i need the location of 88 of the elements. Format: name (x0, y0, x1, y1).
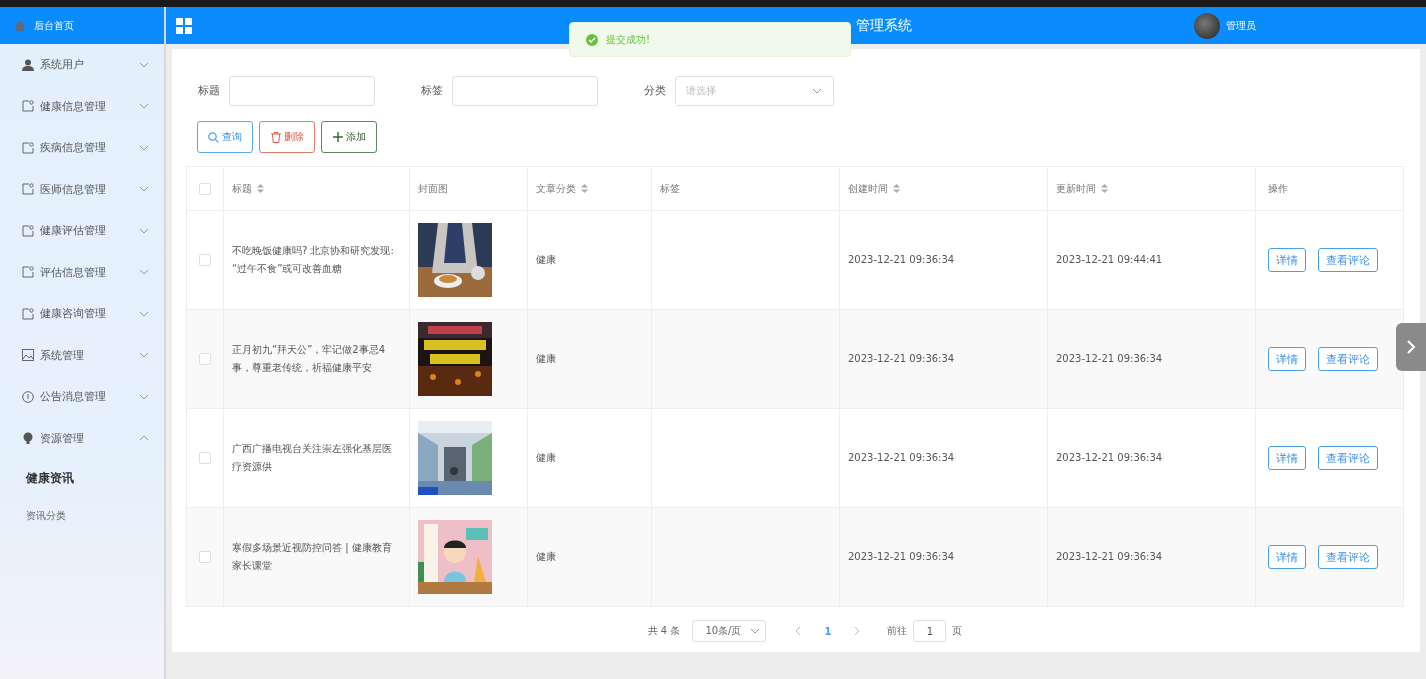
table-cell-text: 2023-12-21 09:36:34 (1056, 352, 1163, 366)
checkbox[interactable] (199, 452, 211, 464)
checkbox[interactable] (199, 182, 211, 195)
page-suffix: 页 (952, 624, 963, 638)
document-icon (22, 307, 34, 320)
input-field[interactable] (229, 75, 375, 106)
view-comments-button[interactable]: 查看评论 (1318, 446, 1378, 470)
home-icon (14, 20, 26, 31)
table-cell-text: 2023-12-21 09:36:34 (848, 451, 955, 465)
menu-item[interactable]: 医师信息管理 (0, 168, 164, 210)
avatar[interactable] (1194, 12, 1220, 39)
table-cell-text: 2023-12-21 09:36:34 (1056, 451, 1163, 465)
goto-label: 前往 (887, 624, 908, 638)
next-arrow-button[interactable] (1396, 323, 1426, 371)
field-label: 分类 (644, 83, 666, 98)
table-cell-text: 寒假多场景近视防控问答 | 健康教育家长课堂 (232, 541, 393, 573)
bulb-icon (22, 432, 34, 445)
page-size-select[interactable]: 10条/页 (692, 620, 767, 642)
document-icon (22, 224, 34, 237)
toast-message: 提交成功! (606, 32, 650, 47)
view-comments-button[interactable]: 查看评论 (1318, 248, 1378, 272)
table-cell-text: 2023-12-21 09:36:34 (1056, 550, 1163, 564)
sort-icon[interactable] (1101, 184, 1108, 193)
column-header: 操作 (1268, 181, 1288, 196)
search-button[interactable]: 查询 (197, 121, 253, 153)
delete-button[interactable]: 删除 (259, 121, 315, 153)
plus-icon (332, 132, 343, 142)
search-icon (208, 131, 219, 143)
submenu-item[interactable]: 健康资讯 (0, 459, 164, 497)
app-title: 管理系统 (856, 16, 912, 35)
table-cell-text: 2023-12-21 09:44:41 (1056, 253, 1163, 267)
table-cell-text: 不吃晚饭健康吗? 北京协和研究发现: “过午不食”或可改善血糖 (232, 244, 395, 276)
check-circle-icon (586, 33, 598, 46)
checkbox[interactable] (199, 551, 211, 563)
document-icon (22, 100, 34, 113)
home-menu-item[interactable]: 后台首页 (0, 7, 164, 44)
menu-item[interactable]: 系统用户 (0, 44, 164, 86)
table-cell-text: 2023-12-21 09:36:34 (848, 253, 955, 267)
menu-item[interactable]: 健康信息管理 (0, 85, 164, 127)
document-icon (22, 141, 34, 154)
table-cell-text: 正月初九“拜天公”，牢记做2事忌4事，尊重老传统，祈福健康平安 (232, 343, 387, 375)
total-count: 共 4 条 (647, 624, 681, 638)
field-label: 标签 (421, 83, 443, 98)
checkbox[interactable] (199, 353, 211, 365)
add-button[interactable]: 添加 (321, 121, 377, 153)
column-header: 标签 (660, 181, 680, 196)
column-header: 文章分类 (536, 181, 576, 196)
column-header: 标题 (232, 181, 252, 196)
page-input[interactable]: 1 (913, 620, 947, 642)
details-button[interactable]: 详情 (1268, 446, 1306, 470)
document-icon (22, 266, 34, 279)
table-cell-text: 健康 (536, 451, 556, 465)
details-button[interactable]: 详情 (1268, 248, 1306, 272)
menu-item[interactable]: 资源管理 (0, 417, 164, 459)
menu-item[interactable]: 评估信息管理 (0, 251, 164, 293)
menu-item[interactable]: 健康评估管理 (0, 210, 164, 252)
table-cell-text: 健康 (536, 550, 556, 564)
trash-icon (270, 131, 281, 143)
view-comments-button[interactable]: 查看评论 (1318, 347, 1378, 371)
view-comments-button[interactable]: 查看评论 (1318, 545, 1378, 569)
info-icon (22, 390, 34, 403)
user-icon (22, 58, 34, 71)
details-button[interactable]: 详情 (1268, 347, 1306, 371)
table-cell-text: 健康 (536, 253, 556, 267)
column-header: 封面图 (418, 181, 448, 196)
table-cell-text: 健康 (536, 352, 556, 366)
sort-icon[interactable] (893, 184, 900, 193)
table-cell-text: 广西广播电视台关注崇左强化基层医疗资源供 (232, 442, 393, 474)
grid-menu-icon[interactable] (176, 17, 192, 34)
field-label: 标题 (198, 83, 220, 98)
submenu-item[interactable]: 资讯分类 (0, 497, 164, 535)
column-header: 更新时间 (1056, 181, 1096, 196)
details-button[interactable]: 详情 (1268, 545, 1306, 569)
table-cell-text: 2023-12-21 09:36:34 (848, 352, 955, 366)
column-header: 创建时间 (848, 181, 888, 196)
menu-item[interactable]: 疾病信息管理 (0, 127, 164, 169)
sort-icon[interactable] (257, 184, 264, 193)
menu-item[interactable]: 系统管理 (0, 334, 164, 376)
image-icon (22, 349, 34, 362)
checkbox[interactable] (199, 254, 211, 266)
chevron-right-icon (1405, 339, 1417, 355)
input-field[interactable] (452, 75, 598, 106)
menu-item[interactable]: 健康咨询管理 (0, 293, 164, 335)
sort-icon[interactable] (581, 184, 588, 193)
user-name[interactable]: 管理员 (1226, 18, 1256, 33)
document-icon (22, 183, 34, 196)
menu-item[interactable]: 公告消息管理 (0, 376, 164, 418)
table-cell-text: 2023-12-21 09:36:34 (848, 550, 955, 564)
